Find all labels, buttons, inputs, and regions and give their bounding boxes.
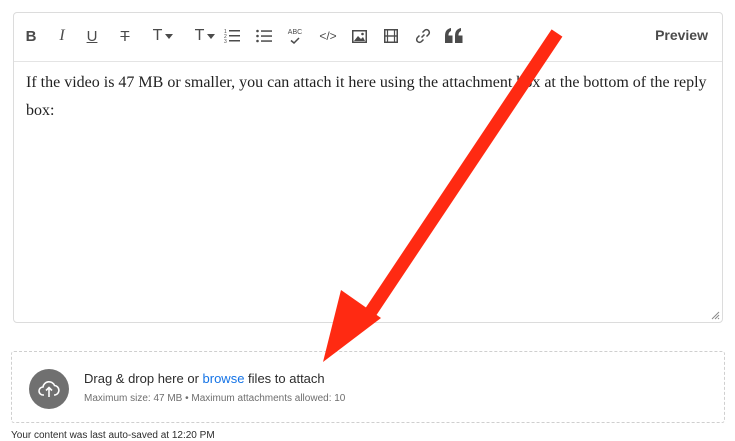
font-size-button[interactable]: T: [147, 25, 179, 47]
upload-icon: [38, 381, 60, 397]
preview-button[interactable]: Preview: [655, 27, 708, 43]
bulleted-list-icon: [256, 29, 272, 43]
numbered-list-icon: 1 2 3: [224, 29, 240, 44]
font-size-icon: T: [152, 27, 163, 44]
underline-button[interactable]: U: [84, 25, 100, 47]
attachment-dropzone[interactable]: Drag & drop here or browse files to atta…: [11, 351, 725, 423]
text-color-icon: T: [194, 27, 205, 44]
browse-link[interactable]: browse: [203, 371, 245, 386]
svg-text:3: 3: [224, 39, 227, 44]
italic-icon: I: [59, 27, 65, 44]
rich-text-editor[interactable]: B I U T T T 1 2 3 ABC </> Preview If the…: [13, 12, 723, 323]
quote-icon: [445, 28, 463, 43]
underline-icon: U: [86, 27, 98, 45]
resize-handle-icon[interactable]: [711, 311, 720, 320]
chevron-down-icon: [165, 33, 174, 39]
dropzone-text-before: Drag & drop here or: [84, 371, 203, 386]
strikethrough-icon: T: [120, 27, 130, 45]
bold-button[interactable]: B: [23, 25, 39, 47]
code-button[interactable]: </>: [317, 25, 339, 47]
image-icon: [351, 29, 367, 43]
quote-button[interactable]: [444, 25, 464, 47]
insert-video-button[interactable]: [382, 25, 400, 47]
numbered-list-button[interactable]: 1 2 3: [223, 25, 241, 47]
chevron-down-icon: [207, 33, 216, 39]
checkmark-icon: [290, 36, 300, 44]
italic-button[interactable]: I: [54, 25, 70, 47]
upload-button[interactable]: [29, 369, 69, 409]
video-icon: [384, 29, 398, 43]
insert-image-button[interactable]: [350, 25, 368, 47]
spellcheck-icon: ABC: [287, 28, 303, 36]
insert-link-button[interactable]: [414, 25, 432, 47]
attachment-limits: Maximum size: 47 MB • Maximum attachment…: [84, 393, 346, 404]
editor-content[interactable]: If the video is 47 MB or smaller, you ca…: [26, 69, 708, 125]
dropzone-text-after: files to attach: [244, 371, 325, 386]
link-icon: [415, 28, 431, 44]
strikethrough-button[interactable]: T: [116, 25, 134, 47]
text-color-button[interactable]: T: [189, 25, 221, 47]
dropzone-instructions: Drag & drop here or browse files to atta…: [84, 371, 325, 386]
bold-icon: B: [25, 27, 37, 45]
bulleted-list-button[interactable]: [255, 25, 273, 47]
code-icon: </>: [319, 29, 337, 43]
editor-toolbar: B I U T T T 1 2 3 ABC </> Preview: [14, 13, 722, 62]
spellcheck-button[interactable]: ABC: [285, 25, 305, 47]
